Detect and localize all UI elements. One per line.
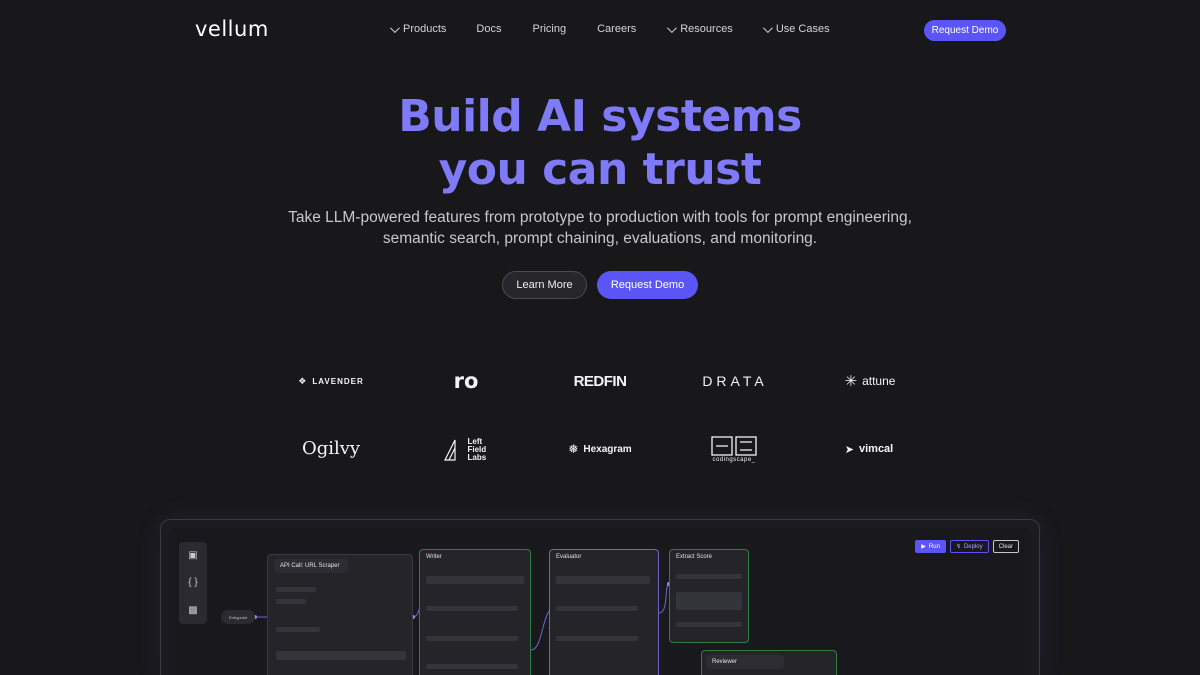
codingscape-icon	[711, 435, 757, 456]
node-title: Reviewer	[712, 659, 738, 665]
nav-item-use-cases[interactable]: Use Cases	[762, 22, 830, 35]
node-field	[556, 576, 650, 584]
nav-item-label: Use Cases	[775, 23, 830, 35]
learn-more-button[interactable]: Learn More	[502, 271, 587, 299]
customer-logo-text: Left Field Labs	[467, 437, 487, 462]
node-title: Writer	[426, 554, 442, 560]
nav-request-demo-button[interactable]: Request Demo	[924, 20, 1006, 41]
node-title: Evaluator	[556, 554, 582, 560]
vellum-logo[interactable]: vellum	[195, 17, 269, 41]
customer-logo-ogilvy: Ogilvy	[301, 437, 361, 459]
nav-links: Products Docs Pricing Careers Resources …	[389, 22, 860, 35]
node-field	[426, 664, 518, 669]
reviewer-node[interactable]: Reviewer	[701, 650, 837, 675]
lightning-icon: ↯	[955, 544, 961, 550]
node-field	[276, 599, 306, 604]
lavender-icon: ❖	[298, 375, 308, 386]
nav-item-products[interactable]: Products	[389, 22, 447, 35]
node-field	[276, 651, 406, 660]
node-field	[556, 606, 638, 611]
customer-logo-text: codingscape_	[712, 456, 756, 463]
left-field-labs-icon	[443, 439, 456, 461]
customer-logo-codingscape: codingscape_	[708, 434, 760, 464]
nav-item-careers[interactable]: Careers	[597, 23, 636, 35]
hero-title-line-1: Build AI systems	[398, 91, 802, 142]
customer-logo-text: LAVENDER	[312, 376, 364, 386]
node-field	[676, 574, 742, 579]
play-icon: ▶	[921, 544, 926, 550]
entrypoint-node[interactable]: Entrypoint	[221, 610, 255, 624]
workflow-canvas[interactable]: ▣ { } ▩ Entrypoint API Call: URL Scraper	[169, 528, 1031, 675]
customer-logo-ro: ro	[453, 369, 479, 393]
nav-item-label: Careers	[597, 23, 637, 35]
customer-logo-hexagram: ❅ Hexagram	[568, 440, 632, 458]
node-field	[676, 622, 742, 627]
extract-score-node[interactable]: Extract Score	[669, 549, 749, 643]
run-button[interactable]: ▶ Run	[915, 540, 946, 553]
chevron-down-icon	[762, 22, 773, 33]
hero-title: Build AI systems you can trust	[0, 90, 1200, 196]
attune-burst-icon: ✳	[844, 373, 858, 390]
product-preview-window: ▣ { } ▩ Entrypoint API Call: URL Scraper	[160, 519, 1040, 675]
workflow-actions: ▶ Run ↯ Deploy Clear	[915, 540, 1019, 553]
evaluator-node[interactable]: Evaluator	[549, 549, 659, 675]
writer-node[interactable]: Writer	[419, 549, 531, 675]
node-title: API Call: URL Scraper	[280, 563, 340, 569]
hero-subtitle: Take LLM-powered features from prototype…	[250, 207, 950, 249]
nav-item-label: Docs	[476, 23, 502, 35]
customer-logo-redfin: REDFIN	[573, 372, 627, 390]
node-field	[426, 606, 518, 611]
hero-subtitle-line-1: Take LLM-powered features from prototype…	[288, 209, 912, 226]
nav-item-resources[interactable]: Resources	[667, 22, 733, 35]
hero-subtitle-line-2: semantic search, prompt chaining, evalua…	[382, 230, 818, 247]
vimcal-icon: ➤	[844, 443, 854, 456]
run-label: Run	[928, 543, 940, 550]
node-field	[556, 636, 638, 641]
nav-item-pricing[interactable]: Pricing	[532, 23, 566, 35]
nav-item-label: Products	[403, 23, 447, 35]
node-title: Extract Score	[676, 554, 713, 560]
customer-logo-left-field-labs: Left Field Labs	[441, 436, 493, 464]
node-field	[426, 636, 518, 641]
customer-logo-text: Hexagram	[583, 443, 632, 455]
node-field	[276, 627, 320, 632]
customer-logo-lavender: ❖ LAVENDER	[296, 373, 366, 389]
nav-item-label: Resources	[680, 23, 733, 35]
chevron-down-icon	[389, 22, 400, 33]
code-block	[676, 592, 742, 610]
nav-item-label: Pricing	[532, 23, 567, 35]
node-field	[426, 576, 524, 584]
request-demo-button[interactable]: Request Demo	[597, 271, 698, 299]
deploy-button[interactable]: ↯ Deploy	[949, 540, 989, 553]
customer-logo-attune: ✳ attune	[838, 371, 902, 391]
clear-button[interactable]: Clear	[992, 540, 1019, 553]
api-call-node[interactable]: API Call: URL Scraper	[267, 554, 413, 675]
deploy-label: Deploy	[963, 543, 983, 550]
chevron-down-icon	[667, 22, 678, 33]
nav-item-docs[interactable]: Docs	[476, 23, 501, 35]
customer-logo-text: attune	[862, 374, 896, 388]
customer-logo-vimcal: ➤ vimcal	[843, 441, 895, 457]
node-field	[276, 587, 316, 592]
hero-title-line-2: you can trust	[438, 144, 762, 195]
top-navigation: vellum Products Docs Pricing Careers Res…	[0, 0, 1200, 62]
customer-logo-text: vimcal	[858, 443, 894, 455]
customer-logo-drata: DRATA	[702, 373, 768, 389]
hexagram-icon: ❅	[568, 442, 579, 456]
